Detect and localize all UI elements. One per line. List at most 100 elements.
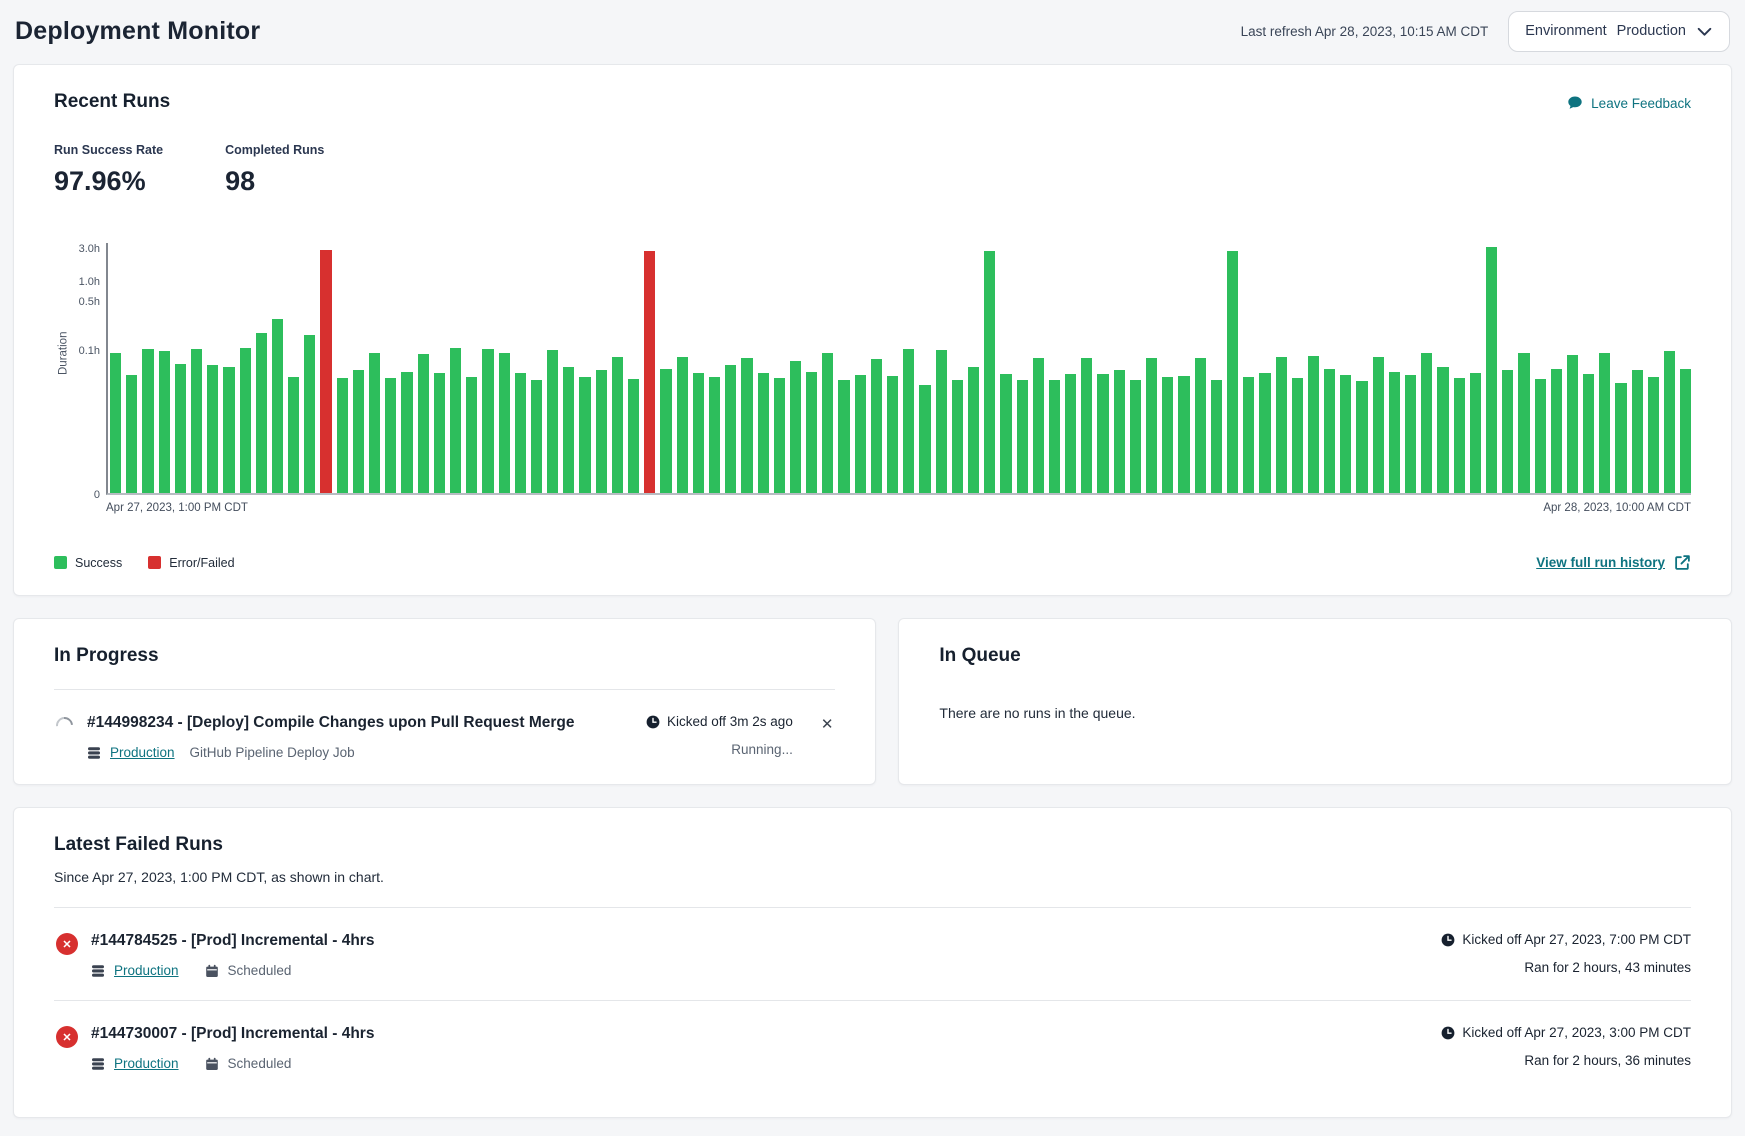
run-bar-success[interactable] <box>1486 247 1497 493</box>
run-bar-success[interactable] <box>1000 374 1011 494</box>
run-bar-success[interactable] <box>741 358 752 493</box>
run-bar-success[interactable] <box>1292 378 1303 493</box>
run-bar-success[interactable] <box>1648 377 1659 493</box>
environment-link[interactable]: Production <box>114 1056 179 1071</box>
run-bar-success[interactable] <box>790 361 801 493</box>
environment-link[interactable]: Production <box>110 745 175 760</box>
run-bar-success[interactable] <box>660 369 671 493</box>
run-bar-success[interactable] <box>1664 351 1675 493</box>
run-bar-success[interactable] <box>272 319 283 493</box>
run-bar-success[interactable] <box>1615 383 1626 493</box>
run-bar-success[interactable] <box>1308 356 1319 493</box>
run-bar-success[interactable] <box>1405 375 1416 493</box>
run-bar-success[interactable] <box>919 385 930 493</box>
run-bar-success[interactable] <box>1065 374 1076 493</box>
run-bar-success[interactable] <box>1017 380 1028 493</box>
run-bar-success[interactable] <box>1227 251 1238 493</box>
run-bar-success[interactable] <box>240 348 251 493</box>
environment-link[interactable]: Production <box>114 963 179 978</box>
run-bar-success[interactable] <box>952 380 963 493</box>
run-bar-success[interactable] <box>353 370 364 493</box>
run-bar-success[interactable] <box>1146 358 1157 493</box>
run-bar-success[interactable] <box>758 373 769 493</box>
run-bar-success[interactable] <box>418 354 429 493</box>
run-bar-success[interactable] <box>1389 372 1400 494</box>
run-bar-success[interactable] <box>159 351 170 493</box>
run-bar-success[interactable] <box>515 373 526 493</box>
run-bar-success[interactable] <box>1049 380 1060 493</box>
run-bar-success[interactable] <box>984 251 995 493</box>
run-bar-success[interactable] <box>434 373 445 493</box>
run-bar-success[interactable] <box>709 377 720 493</box>
run-bar-success[interactable] <box>1373 357 1384 493</box>
run-bar-success[interactable] <box>385 378 396 493</box>
run-bar-success[interactable] <box>855 375 866 493</box>
run-bar-success[interactable] <box>1680 369 1691 493</box>
run-bar-success[interactable] <box>1114 370 1125 493</box>
run-bar-success[interactable] <box>547 350 558 493</box>
run-bar-success[interactable] <box>579 377 590 493</box>
run-bar-success[interactable] <box>1454 378 1465 493</box>
run-bar-failed[interactable] <box>320 250 331 494</box>
run-bar-success[interactable] <box>936 350 947 493</box>
run-bar-success[interactable] <box>126 375 137 493</box>
run-bar-success[interactable] <box>401 372 412 494</box>
run-bar-success[interactable] <box>110 353 121 493</box>
leave-feedback-button[interactable]: Leave Feedback <box>1567 95 1691 111</box>
run-bar-success[interactable] <box>1470 373 1481 493</box>
run-bar-success[interactable] <box>207 365 218 493</box>
run-bar-success[interactable] <box>288 377 299 493</box>
close-icon[interactable]: ✕ <box>819 715 836 734</box>
run-bar-success[interactable] <box>1535 379 1546 493</box>
run-bar-success[interactable] <box>1243 377 1254 493</box>
run-bar-success[interactable] <box>612 357 623 493</box>
run-bar-success[interactable] <box>142 349 153 493</box>
run-bar-success[interactable] <box>693 373 704 493</box>
view-full-run-history-link[interactable]: View full run history <box>1536 554 1691 571</box>
run-bar-success[interactable] <box>1599 353 1610 493</box>
run-bar-success[interactable] <box>1437 367 1448 493</box>
run-bar-success[interactable] <box>1195 358 1206 494</box>
run-bar-success[interactable] <box>725 365 736 493</box>
environment-dropdown[interactable]: Environment Production <box>1508 11 1730 52</box>
run-bar-success[interactable] <box>1356 381 1367 493</box>
run-bar-success[interactable] <box>256 333 267 493</box>
run-bar-success[interactable] <box>838 380 849 493</box>
run-bar-success[interactable] <box>175 364 186 493</box>
run-bar-success[interactable] <box>1097 374 1108 493</box>
run-bar-success[interactable] <box>822 353 833 493</box>
run-bar-success[interactable] <box>596 370 607 493</box>
run-bar-success[interactable] <box>871 359 882 493</box>
run-bar-success[interactable] <box>531 380 542 493</box>
run-bar-success[interactable] <box>1502 370 1513 493</box>
run-bar-success[interactable] <box>563 367 574 493</box>
run-bar-success[interactable] <box>1259 373 1270 493</box>
run-bar-success[interactable] <box>191 349 202 493</box>
run-bar-success[interactable] <box>1324 369 1335 494</box>
run-bar-success[interactable] <box>806 372 817 493</box>
run-bar-success[interactable] <box>499 353 510 493</box>
run-bar-success[interactable] <box>1551 369 1562 493</box>
run-bar-success[interactable] <box>1033 358 1044 494</box>
run-bar-success[interactable] <box>1421 353 1432 493</box>
run-bar-success[interactable] <box>1211 380 1222 493</box>
run-bar-success[interactable] <box>1162 377 1173 493</box>
run-bar-success[interactable] <box>1583 374 1594 493</box>
run-bar-success[interactable] <box>903 349 914 493</box>
run-bar-success[interactable] <box>466 377 477 493</box>
run-bar-failed[interactable] <box>644 251 655 493</box>
run-bar-success[interactable] <box>369 353 380 493</box>
run-bar-success[interactable] <box>337 378 348 493</box>
run-bar-success[interactable] <box>628 379 639 493</box>
run-bar-success[interactable] <box>1340 375 1351 493</box>
run-bar-success[interactable] <box>304 335 315 493</box>
run-bar-success[interactable] <box>677 357 688 493</box>
run-bar-success[interactable] <box>968 367 979 493</box>
run-bar-success[interactable] <box>1276 357 1287 493</box>
run-bar-success[interactable] <box>774 378 785 493</box>
run-bar-success[interactable] <box>1081 358 1092 493</box>
run-bar-success[interactable] <box>887 376 898 493</box>
run-bar-success[interactable] <box>1178 376 1189 493</box>
run-bar-success[interactable] <box>1518 353 1529 493</box>
run-bar-success[interactable] <box>1567 355 1578 493</box>
